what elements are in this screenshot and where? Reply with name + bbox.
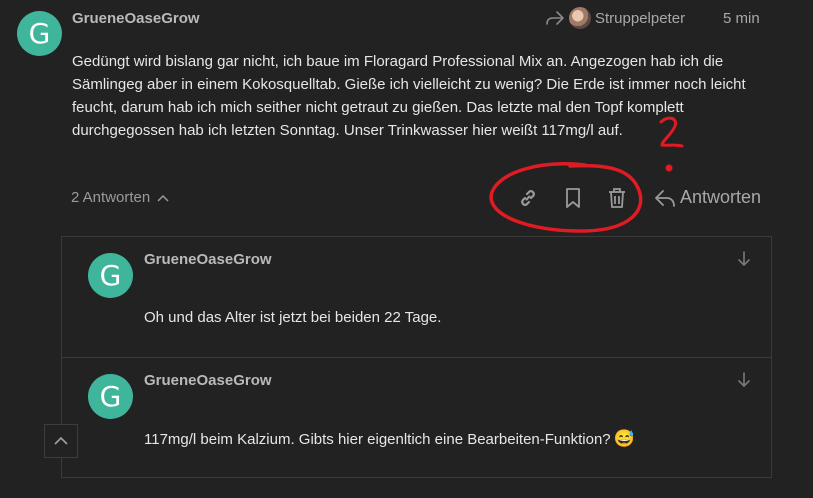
reply-avatar[interactable]: G xyxy=(88,374,133,419)
post-time[interactable]: 5 min xyxy=(723,10,760,27)
reply-expand-button[interactable] xyxy=(736,371,752,389)
trash-icon xyxy=(607,187,627,209)
reply-divider xyxy=(61,357,772,358)
sweat-smile-emoji: 😅 xyxy=(613,429,635,448)
reply-body: Oh und das Alter ist jetzt bei beiden 22… xyxy=(144,309,442,326)
avatar-letter: G xyxy=(99,380,122,413)
reply-username[interactable]: GrueneOaseGrow xyxy=(144,251,272,268)
delete-button[interactable] xyxy=(607,187,627,209)
post-username[interactable]: GrueneOaseGrow xyxy=(72,10,200,27)
reply-to-info[interactable]: Struppelpeter xyxy=(545,7,685,29)
reply-to-avatar xyxy=(569,7,591,29)
reply-expand-button[interactable] xyxy=(736,250,752,268)
post-body: Gedüngt wird bislang gar nicht, ich baue… xyxy=(72,53,746,139)
arrow-down-icon xyxy=(736,371,752,389)
reply-button[interactable]: Antworten xyxy=(654,187,761,208)
reply-button-label: Antworten xyxy=(680,187,762,207)
reply-body-text: 117mg/l beim Kalzium. Gibts hier eigenlt… xyxy=(144,430,611,448)
replies-toggle[interactable]: 2 Antworten xyxy=(71,189,170,206)
avatar[interactable]: G xyxy=(17,11,62,56)
reply-username[interactable]: GrueneOaseGrow xyxy=(144,372,272,389)
bookmark-icon xyxy=(563,187,583,209)
reply-avatar[interactable]: G xyxy=(88,253,133,298)
reply-arrow-icon xyxy=(545,10,565,26)
bookmark-button[interactable] xyxy=(563,187,583,209)
chevron-up-icon xyxy=(53,436,69,446)
reply-body: 117mg/l beim Kalzium. Gibts hier eigenlt… xyxy=(144,429,635,449)
link-icon xyxy=(517,187,539,209)
avatar-letter: G xyxy=(99,259,122,292)
reply-to-username[interactable]: Struppelpeter xyxy=(595,10,685,27)
scroll-to-top-button[interactable] xyxy=(44,424,78,458)
arrow-down-icon xyxy=(736,250,752,268)
copy-link-button[interactable] xyxy=(517,187,539,209)
chevron-up-icon xyxy=(156,193,170,203)
reply-arrow-icon xyxy=(654,188,676,208)
replies-toggle-label: 2 Antworten xyxy=(71,189,151,206)
avatar-letter: G xyxy=(28,17,51,50)
